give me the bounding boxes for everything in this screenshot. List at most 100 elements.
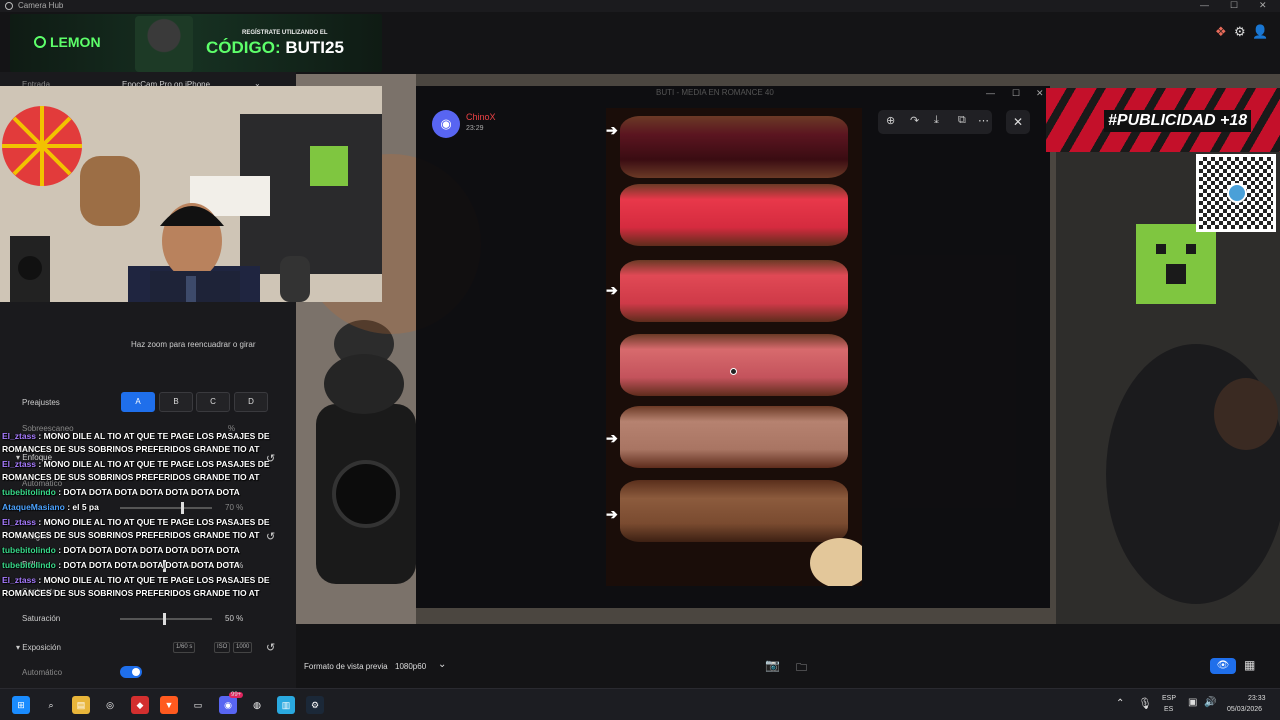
banner-person-image — [135, 16, 193, 72]
chat-text: DOTA DOTA DOTA DOTA DOTA DOTA DOTA — [63, 560, 240, 570]
viewer-minimize-button[interactable]: — — [986, 88, 995, 98]
close-window-button[interactable]: ✕ — [1259, 0, 1267, 11]
publicidad-banner: #PUBLICIDAD +18 — [1046, 88, 1280, 152]
chat-message: El_ztass : MONO DILE AL TIO AT QUE TE PA… — [2, 516, 320, 542]
search-icon[interactable]: ⌕ — [42, 696, 60, 714]
iso-value: 1000 — [233, 642, 253, 653]
format-select[interactable]: 1080p60 — [395, 662, 426, 671]
apps-icon[interactable]: ❖ — [1215, 24, 1227, 40]
network-icon[interactable]: ▣ — [1188, 697, 1197, 708]
discord-image-viewer: BUTI - MEDIA EN ROMANCE 40 — ☐ ✕ ◉ Chino… — [416, 86, 1050, 608]
viewer-toolbar: ⊕ ↷ ⤓ ⧉ ⋯ — [878, 110, 992, 134]
microphone-icon[interactable]: 🎙 — [1138, 697, 1152, 710]
arrow-icon: ➔ — [606, 430, 618, 446]
discord-channel-text: BUTI - MEDIA EN ROMANCE 40 — [656, 88, 774, 97]
more-icon[interactable]: ⋯ — [978, 114, 989, 127]
chevron-down-icon[interactable]: ⌄ — [438, 659, 446, 670]
lemon-ad-banner: LEMON REGÍSTRATE UTILIZANDO EL CÓDIGO: B… — [10, 14, 382, 72]
post-time: 23:29 — [466, 125, 484, 132]
chat-text: el 5 pa — [72, 502, 99, 512]
steak-doneness-image: ➔ ➔ ➔ ➔ — [606, 108, 862, 586]
saturacion-slider[interactable] — [120, 618, 212, 620]
clock-time[interactable]: 23:33 — [1248, 695, 1266, 702]
zoom-icon[interactable]: ⊕ — [886, 114, 895, 127]
chat-message: tubebitolindo : DOTA DOTA DOTA DOTA DOTA… — [2, 559, 320, 572]
steak-slice — [620, 406, 848, 468]
chat-message: tubebitolindo : DOTA DOTA DOTA DOTA DOTA… — [2, 544, 320, 557]
clock-date[interactable]: 05/03/2026 — [1227, 706, 1262, 713]
preset-c-button[interactable]: C — [196, 392, 230, 412]
chat-message: El_ztass : MONO DILE AL TIO AT QUE TE PA… — [2, 430, 320, 456]
chat-message: El_ztass : MONO DILE AL TIO AT QUE TE PA… — [2, 458, 320, 484]
brave-icon[interactable]: ▼ — [160, 696, 178, 714]
account-icon[interactable]: 👤 — [1252, 24, 1268, 40]
file-explorer-icon[interactable]: ▤ — [72, 696, 90, 714]
steak-slice — [620, 116, 848, 178]
app-icon[interactable]: ▭ — [189, 696, 207, 714]
minimize-button[interactable]: — — [1200, 0, 1209, 10]
app-icon[interactable]: ◎ — [101, 696, 119, 714]
arrow-icon: ➔ — [606, 506, 618, 522]
chat-username: tubebitolindo — [2, 560, 56, 570]
author-name[interactable]: ChinoX — [466, 112, 496, 122]
preset-d-button[interactable]: D — [234, 392, 268, 412]
viewer-maximize-button[interactable]: ☐ — [1012, 88, 1020, 99]
qr-logo-icon — [1227, 183, 1247, 203]
zoom-hint: Haz zoom para reencuadrar o girar — [131, 340, 256, 349]
preset-b-button[interactable]: B — [159, 392, 193, 412]
download-icon[interactable]: ⤓ — [934, 114, 939, 127]
tray-chevron-icon[interactable]: ⌃ — [1116, 698, 1124, 709]
language-bottom[interactable]: ES — [1164, 706, 1173, 713]
publicidad-text: #PUBLICIDAD +18 — [1104, 110, 1252, 132]
reset-exposure-icon[interactable]: ↺ — [266, 641, 275, 654]
forward-icon[interactable]: ↷ — [910, 114, 919, 127]
cursor-icon — [730, 368, 737, 375]
preset-a-button[interactable]: A — [121, 392, 155, 412]
saturacion-slider-thumb[interactable] — [163, 613, 166, 625]
folder-icon[interactable]: 🗀 — [796, 659, 807, 678]
volume-icon[interactable]: 🔊 — [1204, 697, 1216, 708]
maximize-button[interactable]: ☐ — [1230, 0, 1238, 11]
discord-taskbar-icon[interactable]: ◉ — [219, 696, 237, 714]
webcam-feed — [0, 86, 382, 302]
chat-username: El_ztass — [2, 517, 37, 527]
app-icon[interactable]: ◆ — [131, 696, 149, 714]
shutter-value: 1/60 s — [173, 642, 196, 653]
snapshot-icon[interactable]: 📷 — [765, 658, 780, 672]
presets-label: Preajustes — [22, 398, 60, 407]
app-icon[interactable]: ◍ — [248, 696, 266, 714]
language-top[interactable]: ESP — [1162, 695, 1176, 702]
steam-icon[interactable]: ⚙ — [306, 696, 324, 714]
saturacion-label: Saturación — [22, 614, 61, 623]
open-external-icon[interactable]: ⧉ — [958, 114, 966, 127]
arrow-icon: ➔ — [606, 282, 618, 298]
banner-code-value: BUTI25 — [285, 38, 344, 57]
start-icon[interactable]: ⊞ — [12, 696, 30, 714]
notes-icon[interactable]: ▥ — [277, 696, 295, 714]
chat-text: DOTA DOTA DOTA DOTA DOTA DOTA DOTA — [63, 545, 240, 555]
chat-username: El_ztass — [2, 431, 37, 441]
viewer-window-close-button[interactable]: ✕ — [1036, 88, 1044, 99]
windows-taskbar: ⊞ ⌕ ▤ ◎ ◆ ▼ ▭ ◉ 99+ ◍ ▥ ⚙ ⌃ 🎙 ESP ES ▣ 🔊… — [0, 688, 1280, 720]
exposure-auto-label: Automático — [22, 668, 63, 677]
chat-text: DOTA DOTA DOTA DOTA DOTA DOTA DOTA — [63, 487, 240, 497]
chat-message: tubebitolindo : DOTA DOTA DOTA DOTA DOTA… — [2, 486, 320, 499]
lemon-logo-icon — [34, 36, 46, 48]
chat-overlay: El_ztass : MONO DILE AL TIO AT QUE TE PA… — [2, 430, 320, 602]
lemon-brand: LEMON — [50, 34, 101, 50]
chat-message: AtaqueMasiano : el 5 pa — [2, 501, 320, 514]
chat-separator: : — [36, 575, 44, 585]
arrow-icon: ➔ — [606, 122, 618, 138]
preview-eye-button[interactable]: 👁 — [1210, 658, 1236, 674]
camera-hub-icon — [5, 2, 13, 10]
saturacion-value: 50 % — [225, 614, 244, 623]
discord-badge: 99+ — [229, 692, 244, 698]
exposure-auto-toggle[interactable] — [120, 666, 142, 678]
grid-icon[interactable]: ▦ — [1244, 658, 1255, 672]
exposicion-header[interactable]: ▾ Exposición — [16, 643, 61, 652]
window-titlebar: Camera Hub — ☐ ✕ — [0, 0, 1280, 12]
steak-slice — [620, 184, 848, 246]
steak-slice — [620, 260, 848, 322]
settings-icon[interactable]: ⚙ — [1234, 24, 1246, 40]
close-viewer-button[interactable]: ✕ — [1006, 110, 1030, 134]
